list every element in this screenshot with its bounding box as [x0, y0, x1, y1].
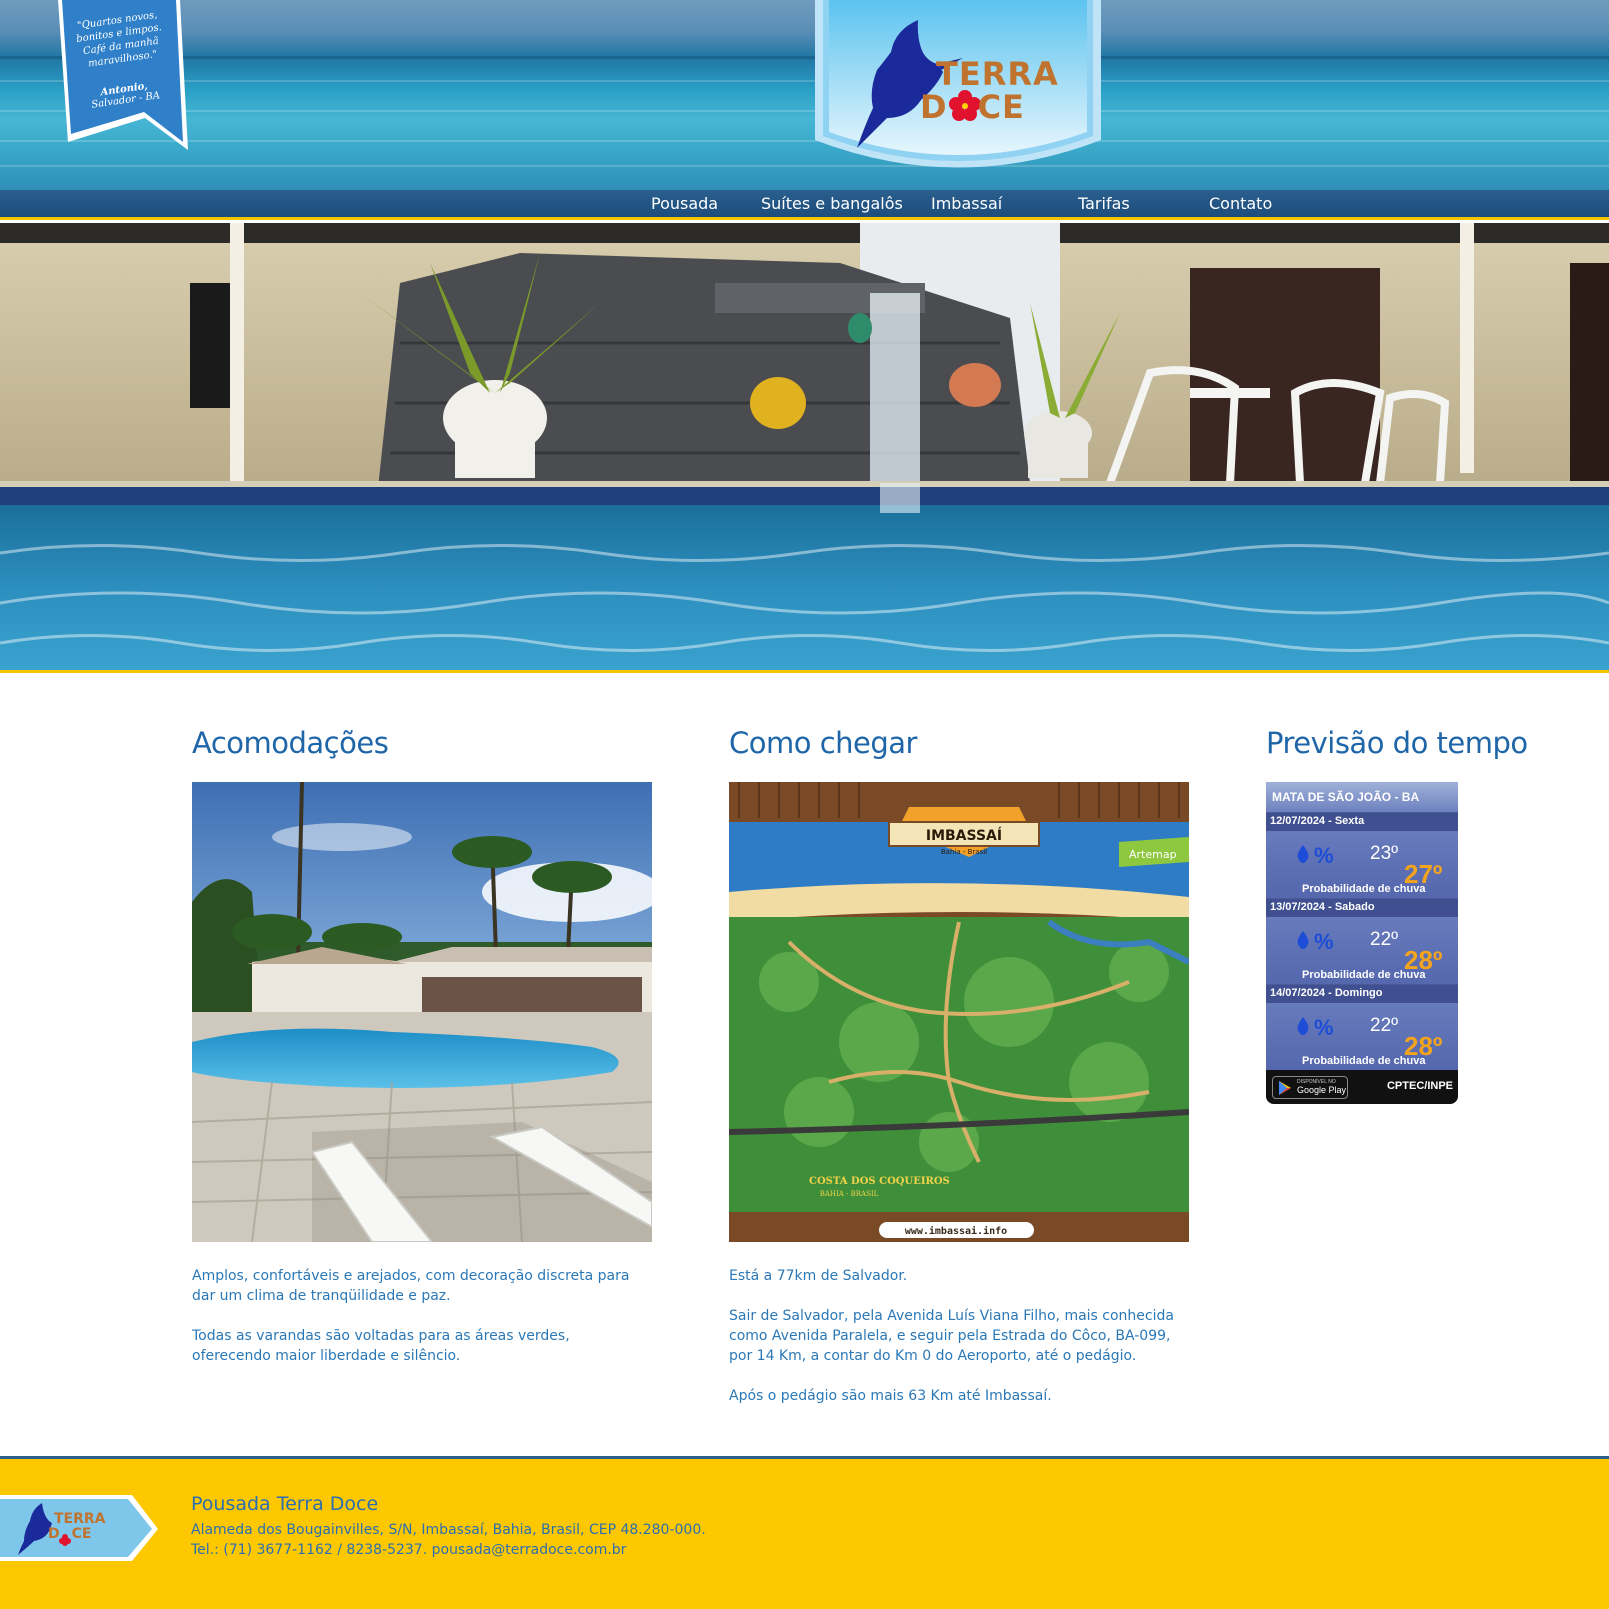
- map-brand: Artemap: [1129, 848, 1177, 861]
- testimonial-ribbon: "Quartos novos, bonitos e limpos. Café d…: [50, 0, 188, 155]
- footer-address: Alameda dos Bougainvilles, S/N, Imbassaí…: [191, 1522, 706, 1538]
- footer-contact[interactable]: Tel.: (71) 3677-1162 / 8238-5237. pousad…: [191, 1542, 626, 1558]
- main-nav: Pousada Suítes e bangalôs Imbassaí Tarif…: [0, 190, 1609, 220]
- map-region: COSTA DOS COQUEIROS: [809, 1176, 950, 1187]
- imbassai-map[interactable]: IMBASSAÍ Bahia - Brasil Artemap COSTA DO…: [729, 782, 1189, 1242]
- footer-business-name: Pousada Terra Doce: [191, 1493, 379, 1515]
- map-url: www.imbassai.info: [905, 1225, 1007, 1237]
- map-region-sub: BAHIA - BRASIL: [820, 1190, 879, 1198]
- raindrop-icon: [1297, 845, 1309, 863]
- weather-day: 12/07/2024 - Sexta % 23º 27º Probabilida…: [1266, 812, 1458, 898]
- weather-widget[interactable]: MATA DE SÃO JOÃO - BA 12/07/2024 - Sexta…: [1266, 782, 1458, 1104]
- header-banner: "Quartos novos, bonitos e limpos. Café d…: [0, 0, 1609, 190]
- weather-footer: DISPONÍVEL NO Google Play CPTEC/INPE: [1266, 1070, 1458, 1104]
- nav-item-suites[interactable]: Suítes e bangalôs: [761, 194, 903, 213]
- raindrop-icon: [1297, 931, 1309, 949]
- accommodations-photo[interactable]: [192, 782, 652, 1242]
- google-play-icon: [1279, 1081, 1291, 1095]
- map-banner-text: IMBASSAÍ: [926, 827, 1002, 844]
- google-play-badge[interactable]: DISPONÍVEL NO Google Play: [1272, 1076, 1348, 1099]
- weather-provider[interactable]: CPTEC/INPE: [1387, 1080, 1453, 1092]
- directions-text: Está a 77km de Salvador. Sair de Salvado…: [729, 1268, 1174, 1404]
- weather-location: MATA DE SÃO JOÃO - BA: [1266, 782, 1458, 812]
- hero-pool-photo: [0, 223, 1609, 673]
- footer-logo[interactable]: TERRA D CE: [0, 1489, 160, 1569]
- accommodations-text: Amplos, confortáveis e arejados, com dec…: [192, 1268, 630, 1364]
- site-footer: TERRA D CE Pousada Terra Doce Alameda dos…: [0, 1456, 1609, 1609]
- weather-day: 14/07/2024 - Domingo % 22º 28º Probabili…: [1266, 984, 1458, 1070]
- weather-title: Previsão do tempo: [1266, 726, 1528, 760]
- logo-text-doce: D CE: [920, 88, 1025, 126]
- nav-item-contato[interactable]: Contato: [1209, 194, 1272, 213]
- nav-item-pousada[interactable]: Pousada: [651, 194, 718, 213]
- accommodations-title: Acomodações: [192, 726, 389, 760]
- site-logo[interactable]: TERRA D CE: [813, 0, 1103, 178]
- raindrop-icon: [1297, 1017, 1309, 1035]
- nav-item-tarifas[interactable]: Tarifas: [1078, 194, 1130, 213]
- weather-day: 13/07/2024 - Sabado % 22º 28º Probabilid…: [1266, 898, 1458, 984]
- directions-title: Como chegar: [729, 726, 917, 760]
- map-banner-sub: Bahia - Brasil: [941, 848, 987, 856]
- nav-item-imbassai[interactable]: Imbassaí: [931, 194, 1002, 213]
